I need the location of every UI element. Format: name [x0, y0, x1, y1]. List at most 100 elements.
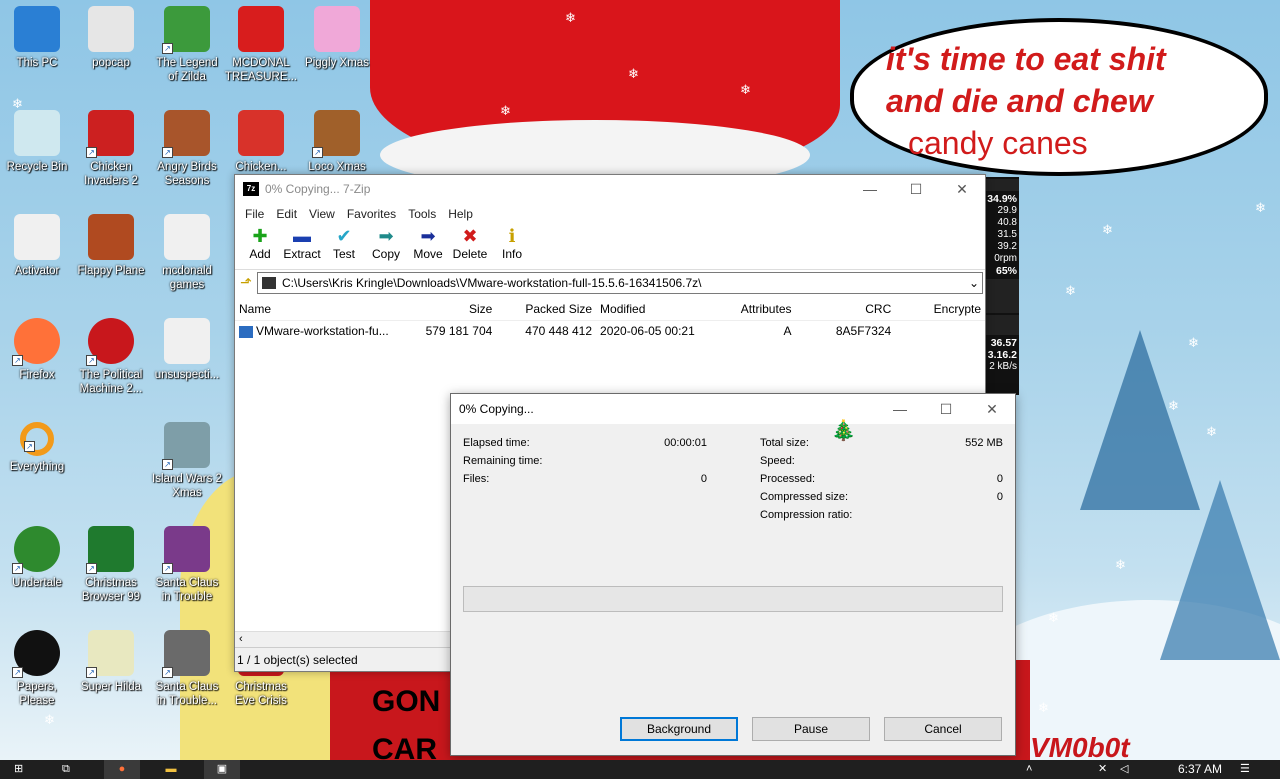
tray-volume-icon[interactable]: ◁	[1120, 760, 1136, 779]
monitor-usage: 65%	[995, 265, 1017, 277]
shortcut-arrow-icon: ↗	[162, 43, 173, 54]
shortcut-arrow-icon: ↗	[86, 563, 97, 574]
desktop-icon-political-machine[interactable]: ↗ The Political Machine 2...	[74, 318, 148, 396]
menu-help[interactable]: Help	[442, 207, 479, 221]
desktop-icon-mcdonald-games[interactable]: mcdonald games	[150, 214, 224, 292]
firefox-icon: ↗	[12, 318, 60, 366]
snowman-icon	[238, 110, 284, 156]
desktop-icon-super-hilda[interactable]: ↗ Super Hilda	[74, 630, 148, 694]
menu-favorites[interactable]: Favorites	[341, 207, 402, 221]
menu-file[interactable]: File	[239, 207, 270, 221]
menu-view[interactable]: View	[303, 207, 341, 221]
cell-size: 579 181 704	[425, 324, 493, 338]
files-label: Files:	[463, 473, 490, 485]
desktop-icon-activator[interactable]: Activator	[0, 214, 74, 278]
delete-button[interactable]: ✖ Delete	[449, 225, 491, 269]
horizontal-scrollbar[interactable]: ‹	[235, 631, 451, 647]
desktop-icon-popcap[interactable]: popcap	[74, 6, 148, 70]
desktop-icon-chicken[interactable]: Chicken...	[224, 110, 298, 174]
magnifier-icon: ↗	[20, 422, 54, 456]
cancel-button[interactable]: Cancel	[884, 717, 1002, 741]
desktop-icon-santa-claus-in-trouble-2[interactable]: ↗ Santa Claus in Trouble...	[150, 630, 224, 708]
desktop-icon-christmas-browser[interactable]: ↗ Christmas Browser 99	[74, 526, 148, 604]
maximize-icon[interactable]: ☐	[893, 175, 939, 203]
minimize-icon[interactable]: —	[877, 395, 923, 423]
close-icon[interactable]: ✕	[939, 175, 985, 203]
desktop-icon-this-pc[interactable]: This PC	[0, 6, 74, 70]
info-button[interactable]: ℹ Info	[491, 225, 533, 269]
papers-icon: ↗	[12, 630, 60, 678]
desktop-icon-recycle-bin[interactable]: Recycle Bin	[0, 110, 74, 174]
tray-network-icon[interactable]: ✕	[1098, 760, 1112, 779]
maximize-icon[interactable]: ☐	[923, 395, 969, 423]
background-button[interactable]: Background	[620, 717, 738, 741]
sevenzip-titlebar[interactable]: 7z 0% Copying... 7-Zip — ☐ ✕	[235, 175, 985, 203]
snowflake-icon: ❄	[1065, 283, 1076, 298]
snowflake-icon: ❄	[1206, 424, 1217, 439]
desktop-icon-everything[interactable]: ↗ Everything	[0, 422, 74, 474]
add-button[interactable]: ✚ Add	[239, 225, 281, 269]
shortcut-arrow-icon: ↗	[12, 563, 23, 574]
notification-icon[interactable]: ☰	[1240, 760, 1256, 779]
desktop-icon-flappy-plane[interactable]: Flappy Plane	[74, 214, 148, 278]
column-attributes[interactable]: Attributes	[696, 302, 796, 316]
column-packed-size[interactable]: Packed Size	[496, 302, 596, 316]
snowflake-icon: ❄	[1255, 200, 1266, 215]
tray-up-arrow-icon[interactable]: ˄	[1026, 760, 1040, 779]
list-header: Name Size Packed Size Modified Attribute…	[235, 297, 985, 321]
menu-tools[interactable]: Tools	[402, 207, 442, 221]
shortcut-arrow-icon: ↗	[86, 667, 97, 678]
taskbar-clock[interactable]: 6:37 AM	[1178, 762, 1222, 776]
taskbar-file-explorer-icon[interactable]: ▬	[158, 760, 184, 779]
watermark-text: VM0b0t	[1030, 732, 1130, 760]
pause-button[interactable]: Pause	[752, 717, 870, 741]
desktop-icon-angry-birds[interactable]: ↗ Angry Birds Seasons	[150, 110, 224, 188]
delete-label: Delete	[452, 247, 488, 261]
task-view-icon[interactable]: ⧉	[62, 760, 82, 779]
hilda-icon: ↗	[86, 630, 134, 678]
snowflake-icon: ❄	[740, 82, 751, 97]
extract-button[interactable]: ▬ Extract	[281, 225, 323, 269]
desktop-icon-firefox[interactable]: ↗ Firefox	[0, 318, 74, 382]
taskbar-firefox-icon[interactable]: ●	[104, 760, 140, 779]
snowflake-icon: ❄	[628, 66, 639, 81]
taskbar-7zip-icon[interactable]: ▣	[204, 760, 240, 779]
desktop-icon-mcdonal-treasure[interactable]: MCDONAL TREASURE...	[224, 6, 298, 84]
desktop-icon-papers-please[interactable]: ↗ Papers, Please	[0, 630, 74, 708]
close-icon[interactable]: ✕	[969, 395, 1015, 423]
desktop-icon-island-wars[interactable]: ↗ Island Wars 2 Xmas	[150, 422, 224, 500]
game-icon: ↗	[162, 6, 210, 54]
christmas-tree-icon: 🎄	[831, 420, 856, 442]
column-crc[interactable]: CRC	[796, 302, 896, 316]
menu-edit[interactable]: Edit	[270, 207, 303, 221]
desktop-icon-unsuspecting[interactable]: unsuspecti...	[150, 318, 224, 382]
start-button[interactable]: ⊞	[14, 760, 34, 779]
copy-button[interactable]: ➡ Copy	[365, 225, 407, 269]
minimize-icon[interactable]: —	[847, 175, 893, 203]
path-combobox[interactable]: C:\Users\Kris Kringle\Downloads\VMware-w…	[257, 271, 983, 294]
desktop-icon-loco-xmas[interactable]: ↗ Loco Xmas	[300, 110, 374, 174]
desktop-icon-undertale[interactable]: ↗ Undertale	[0, 526, 74, 590]
shortcut-arrow-icon: ↗	[162, 667, 173, 678]
move-button[interactable]: ➡ Move	[407, 225, 449, 269]
monitor-value: 3.16.2	[987, 349, 1017, 361]
angry-birds-icon: ↗	[162, 110, 210, 158]
desktop-icon-santa-claus-in-trouble[interactable]: ↗ Santa Claus in Trouble	[150, 526, 224, 604]
test-button[interactable]: ✔ Test	[323, 225, 365, 269]
elapsed-label: Elapsed time:	[463, 437, 530, 449]
column-encrypted[interactable]: Encrypte	[895, 302, 985, 316]
column-name[interactable]: Name	[235, 302, 397, 316]
desktop-icon-piggly-xmas[interactable]: Piggly Xmas	[300, 6, 374, 70]
up-folder-icon[interactable]: ⬏	[235, 274, 257, 291]
political-icon: ↗	[86, 318, 134, 366]
column-modified[interactable]: Modified	[596, 302, 696, 316]
dialog-titlebar[interactable]: 0% Copying... — ☐ ✕	[451, 394, 1015, 424]
monitor-value: 31.5	[997, 229, 1017, 240]
column-size[interactable]: Size	[397, 302, 497, 316]
shortcut-arrow-icon: ↗	[162, 563, 173, 574]
chevron-down-icon[interactable]: ⌄	[966, 276, 982, 290]
desktop-icon-legend-of-zilda[interactable]: ↗ The Legend of Zilda	[150, 6, 224, 84]
scroll-left-icon[interactable]: ‹	[239, 633, 243, 645]
table-row[interactable]: VMware-workstation-fu... 579 181 704 470…	[235, 321, 985, 341]
desktop-icon-chicken-invaders-2[interactable]: ↗ Chicken Invaders 2	[74, 110, 148, 188]
